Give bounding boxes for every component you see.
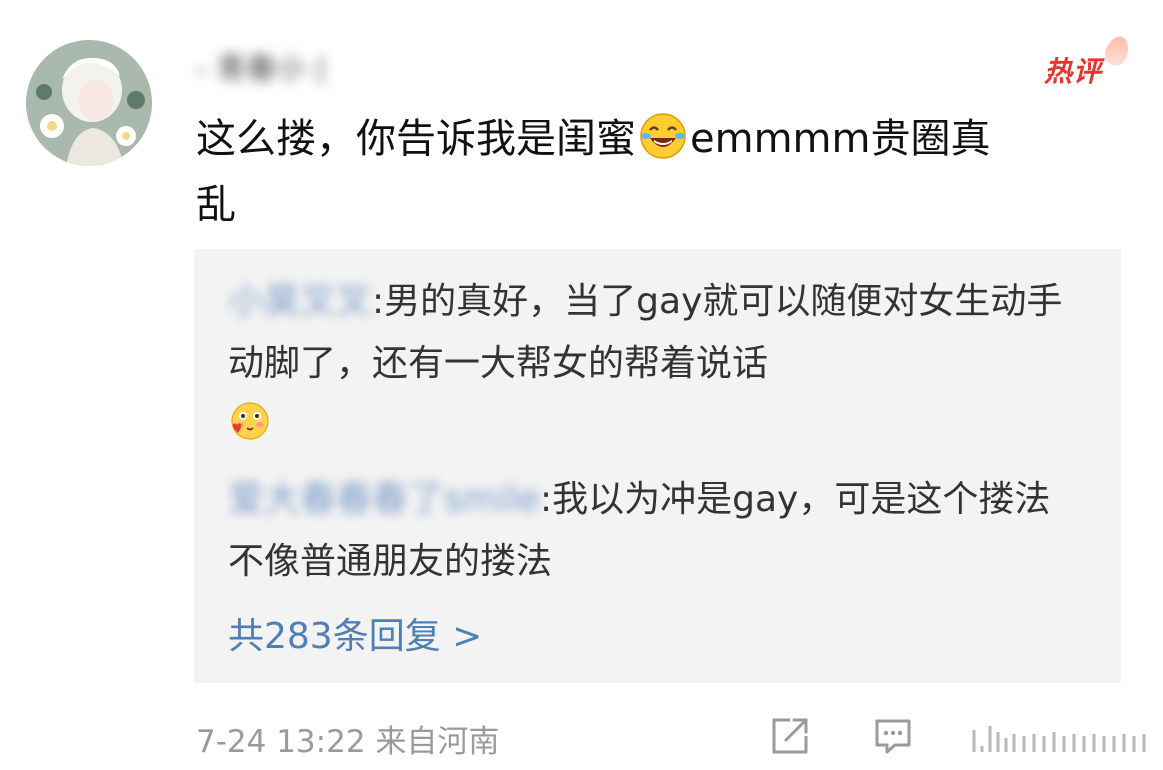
hot-comment-badge-label: 热评 xyxy=(1044,55,1103,88)
blush-heart-emoji-icon xyxy=(231,402,269,440)
laughing-crying-emoji-icon xyxy=(640,113,686,159)
comment-source: 来自河南 xyxy=(375,724,500,760)
flame-icon xyxy=(1101,33,1133,69)
comment-username[interactable]: - 青春小 | xyxy=(196,44,366,84)
share-icon[interactable] xyxy=(770,716,810,756)
like-icon[interactable] xyxy=(970,716,1160,756)
comment-icon[interactable] xyxy=(873,716,913,756)
reply-separator: : xyxy=(539,479,553,520)
reply-username[interactable]: 爱大春春春了smile xyxy=(228,469,540,531)
avatar-illustration xyxy=(26,40,152,166)
reply-item[interactable]: 小昊叉叉:男的真好，当了gay就可以随便对女生动手动脚了，还有一大帮女的帮着说话 xyxy=(228,271,1078,457)
comment-text-part1: 这么搂，你告诉我是闺蜜 xyxy=(196,116,636,162)
avatar[interactable] xyxy=(26,40,152,166)
reply-item[interactable]: 爱大春春春了smile:我以为冲是gay，可是这个搂法不像普通朋友的搂法 xyxy=(228,469,1078,593)
comment-text: 这么搂，你告诉我是闺蜜 emmmm贵圈真乱 xyxy=(196,106,1096,238)
comment-text-part2: emmmm贵圈真 xyxy=(690,116,991,162)
reply-username[interactable]: 小昊叉叉 xyxy=(228,271,372,333)
hot-comment-badge: 热评 xyxy=(1044,33,1133,90)
comment-text-part3: 乱 xyxy=(196,182,236,228)
comment-time: 7-24 13:22 xyxy=(196,724,366,760)
more-replies-link[interactable]: 共283条回复 > xyxy=(228,607,482,659)
comment-meta: 7-24 13:22 来自河南 xyxy=(196,716,499,761)
replies-panel[interactable]: 小昊叉叉:男的真好，当了gay就可以随便对女生动手动脚了，还有一大帮女的帮着说话… xyxy=(194,249,1121,683)
reply-separator: : xyxy=(372,281,385,322)
